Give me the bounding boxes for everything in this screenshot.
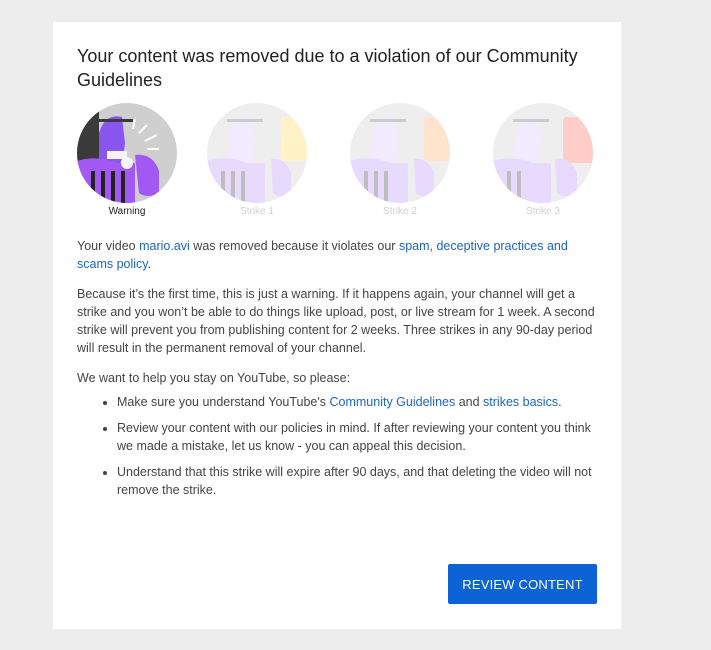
text-segment: was removed because it violates our xyxy=(189,239,399,253)
strike-warning: Warning xyxy=(77,103,177,219)
text-segment: . xyxy=(147,257,152,271)
strike-2: Strike 2 xyxy=(350,103,450,219)
text-segment: . xyxy=(558,395,562,409)
warning-illustration-icon xyxy=(77,103,177,203)
red-card-illustration-icon xyxy=(493,103,593,203)
strike-progress: Warning Strike 1 Strike 2 Strike 3 xyxy=(77,103,597,223)
strike-label: Warning xyxy=(108,206,146,217)
text-segment: and xyxy=(455,395,484,409)
community-guidelines-link[interactable]: Community Guidelines xyxy=(329,395,455,409)
strike-3: Strike 3 xyxy=(493,103,593,219)
strike-label: Strike 3 xyxy=(526,206,560,217)
strikes-basics-link[interactable]: strikes basics xyxy=(483,395,558,409)
help-list: Make sure you understand YouTube's Commu… xyxy=(77,393,597,499)
review-content-button[interactable]: REVIEW CONTENT xyxy=(448,564,597,604)
orange-card-illustration-icon xyxy=(350,103,450,203)
list-item: Make sure you understand YouTube's Commu… xyxy=(117,393,597,411)
strike-1: Strike 1 xyxy=(207,103,307,219)
video-link[interactable]: mario.avi xyxy=(139,239,190,253)
violation-dialog: Your content was removed due to a violat… xyxy=(53,22,621,629)
yellow-card-illustration-icon xyxy=(207,103,307,203)
text-segment: Your video xyxy=(77,239,140,253)
text-segment: Make sure you understand YouTube's xyxy=(117,395,330,409)
strike-label: Strike 2 xyxy=(383,206,417,217)
strike-label: Strike 1 xyxy=(240,206,274,217)
removal-explanation: Your video mario.avi was removed because… xyxy=(77,237,597,273)
list-item: Review your content with our policies in… xyxy=(117,419,597,455)
help-intro: We want to help you stay on YouTube, so … xyxy=(77,371,351,385)
warning-explanation: Because it’s the first time, this is jus… xyxy=(77,287,595,355)
dialog-title: Your content was removed due to a violat… xyxy=(77,46,578,90)
list-item: Understand that this strike will expire … xyxy=(117,463,597,499)
